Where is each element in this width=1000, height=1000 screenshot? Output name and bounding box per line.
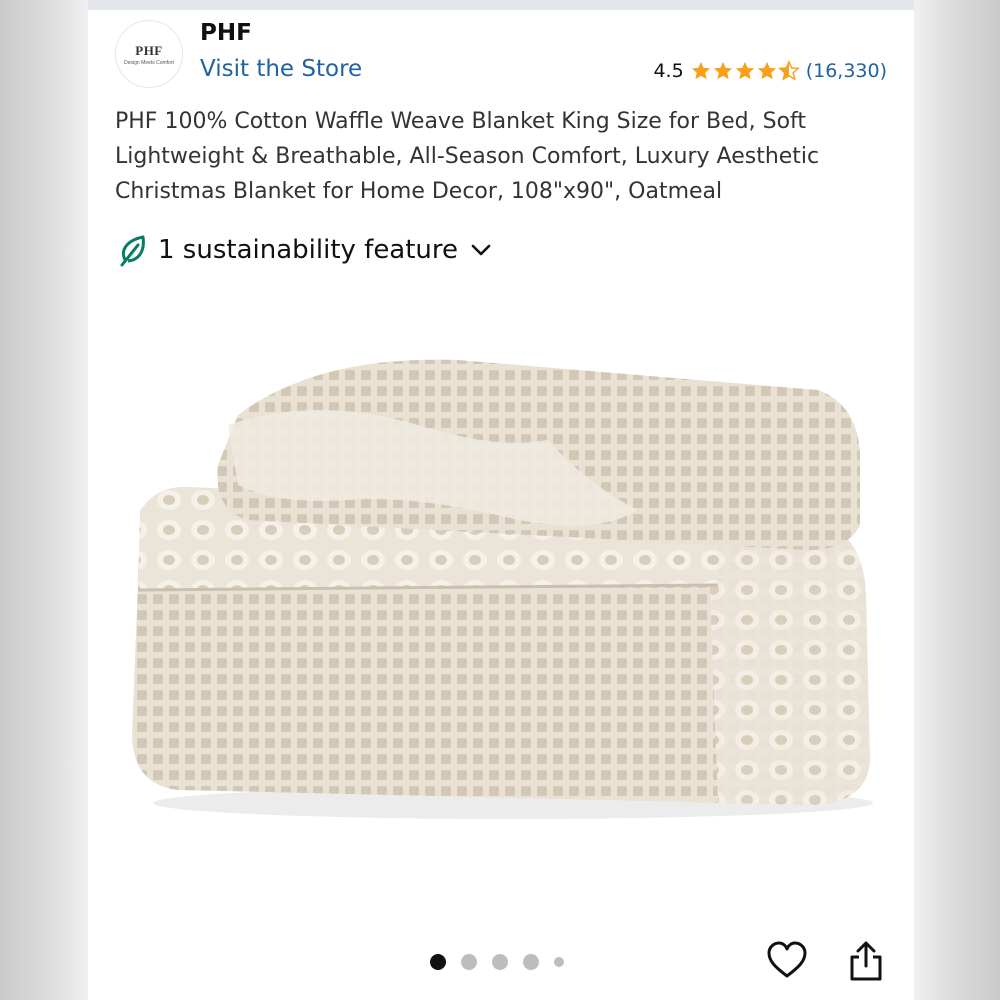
store-logo[interactable]: PHF Design Meets Comfort <box>115 20 183 88</box>
carousel-dot[interactable] <box>523 954 539 970</box>
carousel-dot[interactable] <box>554 957 564 967</box>
carousel-dot[interactable] <box>492 954 508 970</box>
store-logo-tagline: Design Meets Comfort <box>124 59 174 66</box>
top-divider <box>88 0 914 10</box>
rating-count-link[interactable]: (16,330) <box>806 60 887 82</box>
rating-value: 4.5 <box>653 60 684 82</box>
sustainability-label: 1 sustainability feature <box>158 235 459 265</box>
carousel-dot[interactable] <box>430 954 446 970</box>
star-icon <box>691 61 710 80</box>
star-rating <box>690 60 800 82</box>
blanket-side <box>708 525 870 805</box>
carousel-dot[interactable] <box>461 954 477 970</box>
star-icon <box>713 61 732 80</box>
product-card: PHF Design Meets Comfort PHF Visit the S… <box>88 0 914 1000</box>
product-image[interactable] <box>118 335 888 825</box>
visit-store-link[interactable]: Visit the Store <box>200 56 362 82</box>
product-title: PHF 100% Cotton Waffle Weave Blanket Kin… <box>115 109 820 204</box>
carousel-indicator[interactable] <box>430 954 564 970</box>
leaf-icon <box>120 235 145 267</box>
half-star-icon <box>777 60 800 81</box>
star-icon <box>735 61 754 80</box>
heart-icon[interactable] <box>766 940 808 980</box>
chevron-down-icon <box>471 244 491 256</box>
sustainability-dropdown[interactable]: 1 sustainability feature <box>118 233 492 267</box>
rating-summary[interactable]: 4.5 (16,330) <box>653 60 887 82</box>
store-logo-text: PHF <box>135 42 163 58</box>
brand-name: PHF <box>200 20 252 46</box>
share-icon[interactable] <box>848 940 884 982</box>
star-icon <box>757 61 776 80</box>
